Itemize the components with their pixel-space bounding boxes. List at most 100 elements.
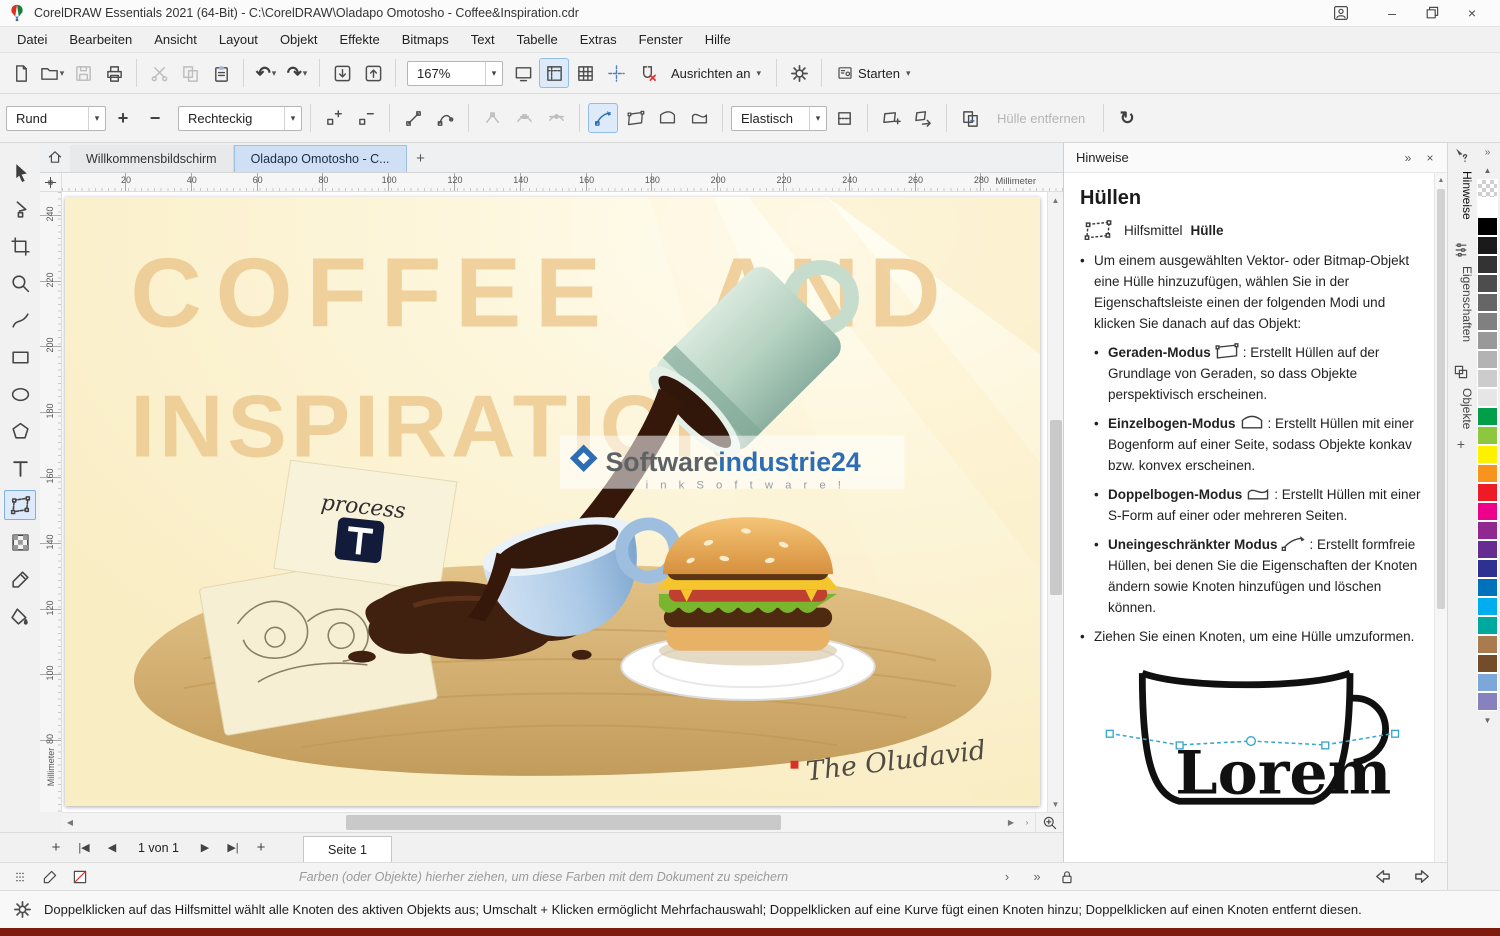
scroll-left-icon[interactable]: ◀ <box>62 813 78 832</box>
add-docker-button[interactable]: + <box>1448 433 1474 455</box>
copy-envelope-properties-button[interactable] <box>908 103 938 133</box>
preset-caret-icon[interactable]: ▾ <box>88 107 105 130</box>
zoom-fit-button[interactable] <box>1035 813 1063 832</box>
menu-item[interactable]: Layout <box>208 27 269 52</box>
add-page-before-button[interactable]: + <box>44 836 68 860</box>
redo-button[interactable]: ↷▾ <box>282 58 312 88</box>
cusp-node-icon[interactable] <box>477 103 507 133</box>
color-swatch[interactable] <box>1477 616 1498 635</box>
color-swatch[interactable] <box>1477 426 1498 445</box>
crop-tool[interactable] <box>4 231 36 261</box>
new-document-button[interactable] <box>6 58 36 88</box>
unconstrained-envelope-mode-button[interactable] <box>588 103 618 133</box>
color-swatch[interactable] <box>1477 559 1498 578</box>
menu-item[interactable]: Bearbeiten <box>58 27 143 52</box>
eyedropper-tool[interactable] <box>4 564 36 594</box>
smooth-node-icon[interactable] <box>509 103 539 133</box>
color-swatch[interactable] <box>1477 654 1498 673</box>
add-node-segment-icon[interactable] <box>319 103 349 133</box>
color-swatch[interactable] <box>1477 483 1498 502</box>
docker-close-icon[interactable]: × <box>1419 147 1441 169</box>
show-guidelines-toggle[interactable] <box>601 58 631 88</box>
snap-to-toggle[interactable] <box>632 58 662 88</box>
menu-item[interactable]: Text <box>460 27 506 52</box>
horizontal-ruler[interactable]: 20406080100120140160180200220240260280 M… <box>62 173 1063 192</box>
cut-button[interactable] <box>144 58 174 88</box>
pick-tool[interactable] <box>4 157 36 187</box>
zoom-tool[interactable] <box>4 268 36 298</box>
open-caret-icon[interactable]: ▾ <box>60 69 65 78</box>
ellipse-tool[interactable] <box>4 379 36 409</box>
color-swatch[interactable] <box>1477 274 1498 293</box>
freehand-tool[interactable] <box>4 305 36 335</box>
color-swatch[interactable] <box>1477 217 1498 236</box>
ruler-origin-button[interactable] <box>40 173 62 192</box>
delete-node-button[interactable]: − <box>140 103 170 133</box>
color-swatch[interactable] <box>1477 445 1498 464</box>
drag-handle-icon[interactable] <box>10 867 30 887</box>
remove-envelope-button[interactable]: Hülle entfernen <box>987 111 1095 126</box>
export-button[interactable] <box>358 58 388 88</box>
align-to-dropdown[interactable]: Ausrichten an ▾ <box>663 58 769 88</box>
undo-caret-icon[interactable]: ▾ <box>272 69 277 78</box>
copy-button[interactable] <box>175 58 205 88</box>
menu-item[interactable]: Effekte <box>329 27 391 52</box>
docker-scrollbar[interactable]: ▲ <box>1434 173 1447 862</box>
color-swatch[interactable] <box>1477 312 1498 331</box>
menu-item[interactable]: Ansicht <box>143 27 208 52</box>
palette-flyout-icon[interactable]: » <box>1474 143 1500 161</box>
color-swatch[interactable] <box>1477 369 1498 388</box>
process-paper[interactable]: process <box>274 460 457 592</box>
convert-to-line-icon[interactable] <box>398 103 428 133</box>
double-arc-envelope-mode-button[interactable] <box>684 103 714 133</box>
horizontal-scroll-track[interactable] <box>78 813 1003 832</box>
rectangle-tool[interactable] <box>4 342 36 372</box>
vertical-ruler[interactable]: 24022020018016014012010080 Millimeter <box>40 192 62 812</box>
new-tab-button[interactable]: + <box>407 145 435 172</box>
polygon-tool[interactable] <box>4 416 36 446</box>
undo-button[interactable]: ↶▾ <box>251 58 281 88</box>
next-page-button[interactable]: ▶ <box>193 836 217 860</box>
status-gear-icon[interactable] <box>12 900 32 920</box>
convert-to-curve-icon[interactable] <box>430 103 460 133</box>
home-icon[interactable] <box>40 142 70 172</box>
objects-docker-icon[interactable] <box>1448 360 1474 384</box>
page-tab-seite-1[interactable]: Seite 1 <box>303 836 392 862</box>
transparency-tool[interactable] <box>4 527 36 557</box>
palette-eyedropper-icon[interactable] <box>40 867 60 887</box>
account-icon[interactable] <box>1324 0 1358 26</box>
options-gear-icon[interactable] <box>784 58 814 88</box>
menu-item[interactable]: Datei <box>6 27 58 52</box>
previous-page-button[interactable]: ◀ <box>100 836 124 860</box>
docker-float-icon[interactable]: » <box>1397 147 1419 169</box>
hints-docker-icon[interactable] <box>1448 143 1474 167</box>
tab-welcome-screen[interactable]: Willkommensbildschirm <box>70 145 234 172</box>
copy-properties-button[interactable] <box>955 103 985 133</box>
print-button[interactable] <box>99 58 129 88</box>
paste-button[interactable] <box>206 58 236 88</box>
color-swatch[interactable] <box>1477 540 1498 559</box>
menu-item[interactable]: Tabelle <box>506 27 569 52</box>
palette-scroll-up-icon[interactable]: ▲ <box>1474 161 1500 179</box>
menu-item[interactable]: Extras <box>569 27 628 52</box>
vertical-scroll-thumb[interactable] <box>1050 420 1062 595</box>
shape-caret-icon[interactable]: ▾ <box>284 107 301 130</box>
color-swatch[interactable] <box>1477 578 1498 597</box>
preset-combobox[interactable]: Rund ▾ <box>6 106 106 131</box>
shape-combobox[interactable]: Rechteckig ▾ <box>178 106 302 131</box>
color-swatch[interactable] <box>1477 521 1498 540</box>
color-swatch[interactable] <box>1477 635 1498 654</box>
color-swatch[interactable] <box>1477 331 1498 350</box>
straight-line-envelope-mode-button[interactable] <box>620 103 650 133</box>
color-swatch[interactable] <box>1477 692 1498 711</box>
document-page[interactable]: COFFEE AND INSPIRATION <box>65 197 1040 806</box>
fullscreen-preview-button[interactable] <box>508 58 538 88</box>
menu-item[interactable]: Hilfe <box>694 27 742 52</box>
import-button[interactable] <box>327 58 357 88</box>
color-swatch[interactable] <box>1477 198 1498 217</box>
color-swatch[interactable] <box>1477 673 1498 692</box>
show-grid-toggle[interactable] <box>570 58 600 88</box>
history-back-button[interactable] <box>1367 866 1397 888</box>
tab-document[interactable]: Oladapo Omotosho - C... <box>234 145 407 172</box>
drawing-canvas[interactable]: COFFEE AND INSPIRATION <box>62 192 1047 812</box>
